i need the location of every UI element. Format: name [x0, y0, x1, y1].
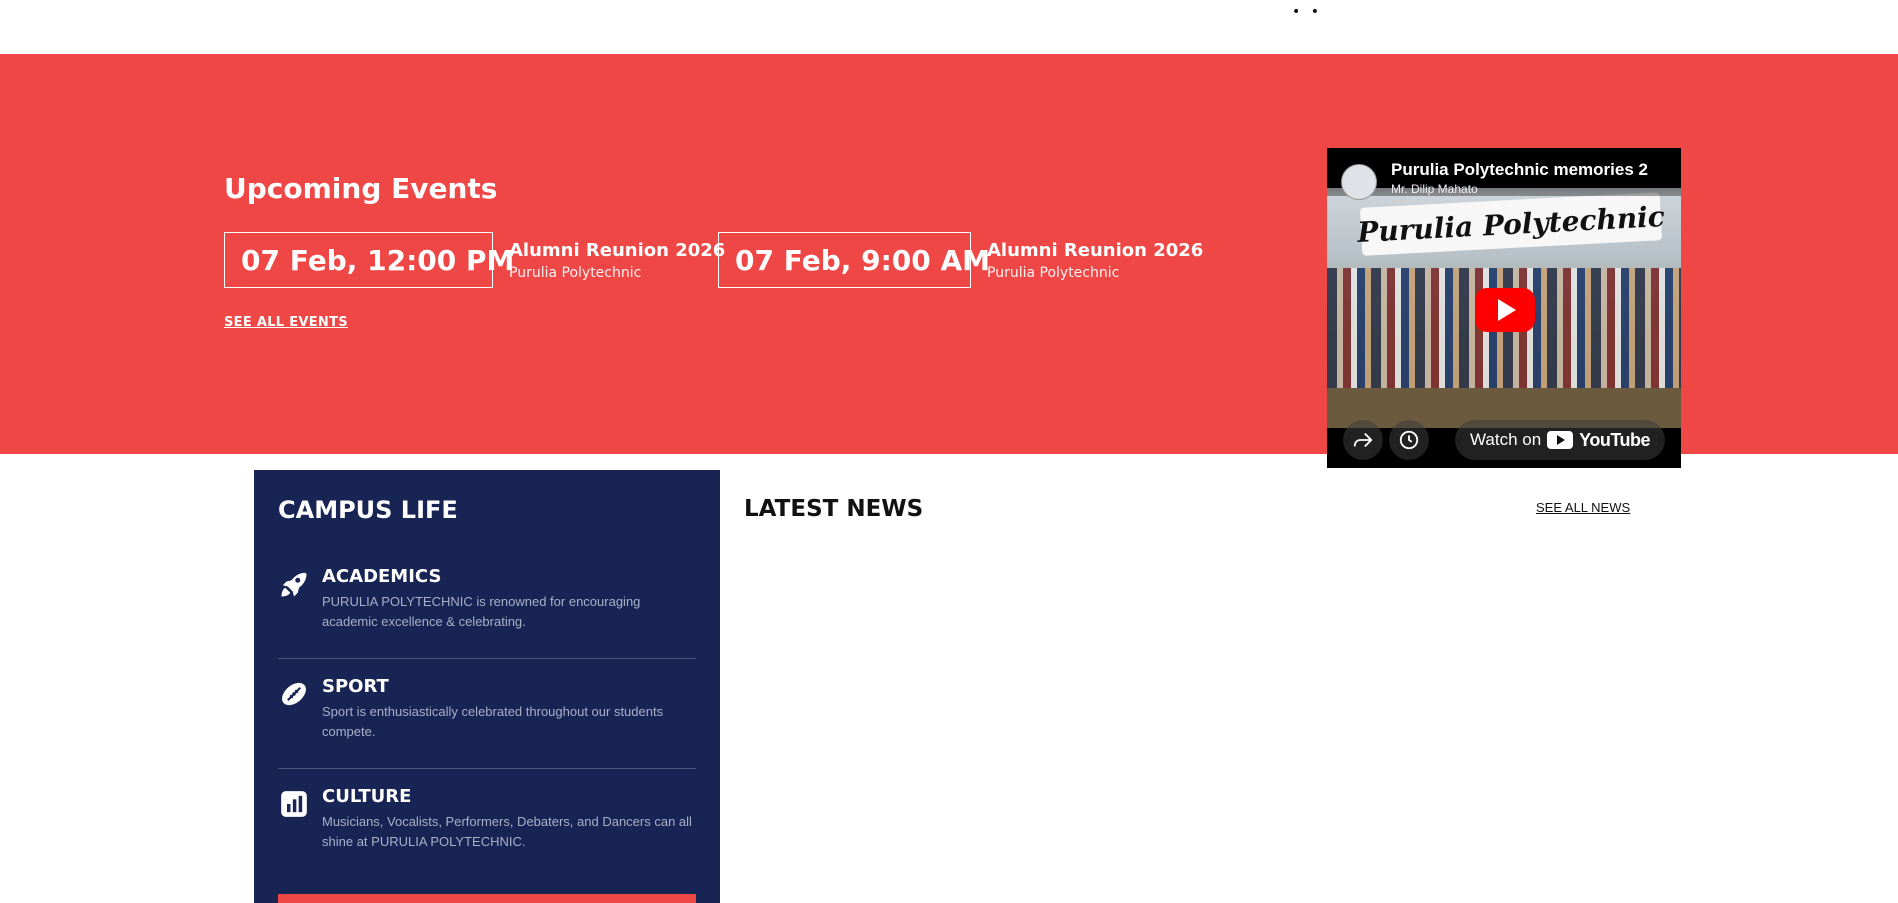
- event-info: Alumni Reunion 2026 Purulia Polytechnic: [509, 240, 725, 281]
- campus-cta-bar[interactable]: [278, 894, 696, 903]
- bar-chart-icon: [278, 788, 310, 820]
- event-item[interactable]: 07 Feb, 12:00 PM Alumni Reunion 2026 Pur…: [224, 232, 725, 288]
- share-icon[interactable]: [1343, 420, 1383, 460]
- campus-life-heading: CAMPUS LIFE: [278, 496, 458, 524]
- youtube-video-embed[interactable]: Purulia Polytechnic Purulia Polytechnic …: [1327, 148, 1681, 468]
- youtube-wordmark: YouTube: [1579, 429, 1650, 450]
- clock-icon[interactable]: [1389, 420, 1429, 460]
- divider: [278, 658, 696, 659]
- event-location: Purulia Polytechnic: [987, 264, 1120, 281]
- thumbnail-banner-text: Purulia Polytechnic: [1356, 199, 1666, 249]
- see-all-news-link[interactable]: SEE ALL NEWS: [1536, 500, 1630, 515]
- event-date: 07 Feb, 12:00 PM: [224, 232, 514, 288]
- video-controls: Watch on YouTube: [1327, 410, 1681, 468]
- video-title[interactable]: Purulia Polytechnic memories 2: [1391, 160, 1671, 180]
- see-all-events-link[interactable]: SEE ALL EVENTS: [224, 315, 348, 330]
- event-date: 07 Feb, 9:00 AM: [718, 232, 990, 288]
- event-location: Purulia Polytechnic: [509, 264, 642, 281]
- upcoming-events-section: Upcoming Events 07 Feb, 12:00 PM Alumni …: [0, 54, 1898, 468]
- campus-item-title: ACADEMICS: [322, 566, 442, 587]
- campus-item-title: CULTURE: [322, 786, 412, 807]
- latest-news-heading: LATEST NEWS: [744, 496, 924, 522]
- top-header-bar: • •: [0, 0, 1898, 54]
- watch-on-youtube-button[interactable]: Watch on YouTube: [1455, 420, 1665, 460]
- menu-dots[interactable]: • •: [1292, 4, 1322, 20]
- video-channel[interactable]: Mr. Dilip Mahato: [1391, 182, 1478, 196]
- event-info: Alumni Reunion 2026 Purulia Polytechnic: [987, 240, 1203, 281]
- rugby-ball-icon: [278, 678, 310, 710]
- campus-item-description: Musicians, Vocalists, Performers, Debate…: [322, 814, 692, 849]
- divider: [278, 768, 696, 769]
- channel-avatar[interactable]: [1341, 164, 1377, 200]
- campus-life-panel: CAMPUS LIFE ACADEMICS PURULIA POLYTECHNI…: [254, 470, 720, 903]
- campus-item-title: SPORT: [322, 676, 389, 697]
- campus-item-description: PURULIA POLYTECHNIC is renowned for enco…: [322, 594, 641, 629]
- events-heading: Upcoming Events: [224, 172, 498, 205]
- campus-item-description: Sport is enthusiastically celebrated thr…: [322, 704, 664, 739]
- event-name[interactable]: Alumni Reunion 2026: [509, 240, 725, 261]
- event-name[interactable]: Alumni Reunion 2026: [987, 240, 1203, 261]
- event-item[interactable]: 07 Feb, 9:00 AM Alumni Reunion 2026 Puru…: [718, 232, 1203, 288]
- play-icon[interactable]: [1475, 288, 1535, 332]
- watch-on-label: Watch on: [1469, 430, 1542, 449]
- rocket-icon: [278, 568, 310, 600]
- youtube-logo-icon: [1547, 431, 1574, 449]
